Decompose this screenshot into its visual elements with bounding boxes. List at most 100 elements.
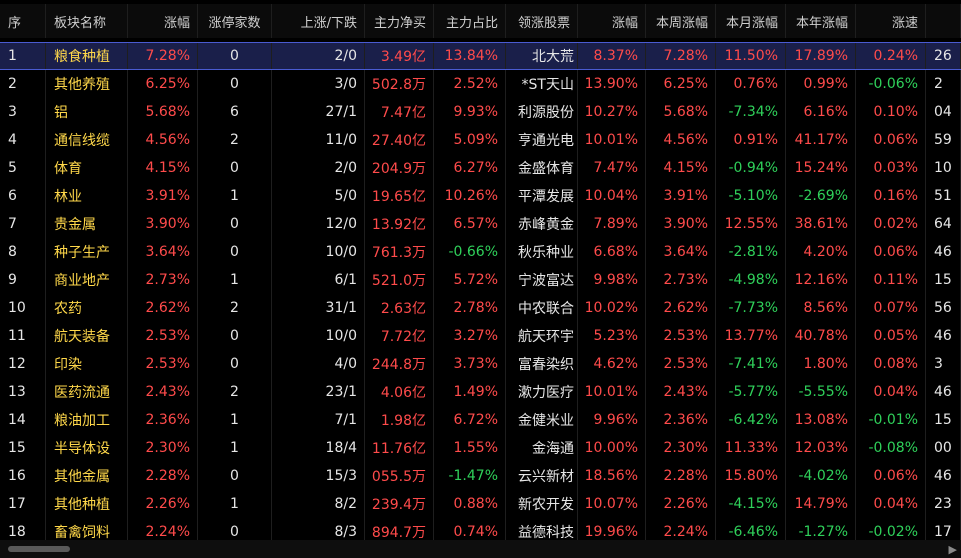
cell-name[interactable]: 商业地产 (46, 266, 128, 294)
table-row[interactable]: 11 航天装备 2.53% 0 10/0 7.72亿 3.27% 航天环宇 5.23% 2.53%… (0, 322, 961, 350)
cell-name[interactable]: 林业 (46, 182, 128, 210)
cell-name[interactable]: 其他种植 (46, 490, 128, 518)
cell-lead[interactable]: 漱力医疗 (506, 378, 578, 406)
cell-lead[interactable]: 富春染织 (506, 350, 578, 378)
cell-name[interactable]: 航天装备 (46, 322, 128, 350)
cell-lead[interactable]: 新农开发 (506, 490, 578, 518)
column-header-net[interactable]: 主力净买 (365, 4, 434, 38)
cell-speed: 0.08% (856, 350, 926, 378)
column-header-seq[interactable]: 序 (0, 4, 46, 38)
cell-lead[interactable]: 金健米业 (506, 406, 578, 434)
cell-name[interactable]: 医药流通 (46, 378, 128, 406)
table-row[interactable]: 15 半导体设 2.30% 1 18/4 11.76亿 1.55% 金海通 10.00% 2.30… (0, 434, 961, 462)
cell-name[interactable]: 通信线缆 (46, 126, 128, 154)
column-header-updown[interactable]: 上涨/下跌 (272, 4, 365, 38)
column-header-extra[interactable] (926, 4, 961, 38)
column-header-limit[interactable]: 涨停家数 (198, 4, 272, 38)
column-header-ratio[interactable]: 主力占比 (434, 4, 506, 38)
cell-lead[interactable]: 宁波富达 (506, 266, 578, 294)
cell-name[interactable]: 半导体设 (46, 434, 128, 462)
cell-week: 2.24% (646, 518, 716, 540)
cell-speed: 0.16% (856, 182, 926, 210)
column-header-chg[interactable]: 涨幅 (128, 4, 198, 38)
cell-net: 239.4万 (365, 490, 434, 518)
cell-month: 15.80% (716, 462, 786, 490)
cell-month: 11.33% (716, 434, 786, 462)
table-header: 序板块名称 涨幅 涨停家数 上涨/下跌 主力净买 主力占比 领涨股票 涨幅 本周涨幅 本月涨幅 本年… (0, 4, 961, 38)
cell-name[interactable]: 农药 (46, 294, 128, 322)
cell-extra: 64 (926, 210, 961, 238)
cell-updown: 23/1 (272, 378, 365, 406)
cell-lead[interactable]: 平潭发展 (506, 182, 578, 210)
cell-net: 521.0万 (365, 266, 434, 294)
table-row[interactable]: 1 粮食种植 7.28% 0 2/0 3.49亿 13.84% 北大荒 8.37% 7.28% 11… (0, 42, 961, 70)
cell-lead[interactable]: 赤峰黄金 (506, 210, 578, 238)
table-row[interactable]: 14 粮油加工 2.36% 1 7/1 1.98亿 6.72% 金健米业 9.96% 2.36% -… (0, 406, 961, 434)
table-row[interactable]: 7 贵金属 3.90% 0 12/0 13.92亿 6.57% 赤峰黄金 7.89% 3.90% 1… (0, 210, 961, 238)
column-header-lchg[interactable]: 涨幅 (578, 4, 646, 38)
cell-name[interactable]: 畜禽饲料 (46, 518, 128, 540)
column-header-year[interactable]: 本年涨幅 (786, 4, 856, 38)
cell-week: 2.53% (646, 322, 716, 350)
column-header-week[interactable]: 本周涨幅 (646, 4, 716, 38)
cell-lchg: 4.62% (578, 350, 646, 378)
cell-lead[interactable]: 金盛体育 (506, 154, 578, 182)
cell-speed: 0.04% (856, 490, 926, 518)
cell-year: 13.08% (786, 406, 856, 434)
cell-name[interactable]: 其他养殖 (46, 70, 128, 98)
cell-name[interactable]: 体育 (46, 154, 128, 182)
cell-name[interactable]: 铝 (46, 98, 128, 126)
table-row[interactable]: 2 其他养殖 6.25% 0 3/0 502.8万 2.52% *ST天山 13.90% 6.25… (0, 70, 961, 98)
table-row[interactable]: 18 畜禽饲料 2.24% 0 8/3 894.7万 0.74% 益德科技 19.96% 2.24… (0, 518, 961, 540)
table-row[interactable]: 17 其他种植 2.26% 1 8/2 239.4万 0.88% 新农开发 10.07% 2.26… (0, 490, 961, 518)
cell-lead[interactable]: 北大荒 (506, 43, 578, 69)
cell-name[interactable]: 种子生产 (46, 238, 128, 266)
table-row[interactable]: 16 其他金属 2.28% 0 15/3 055.5万 -1.47% 云兴新材 18.56% 2.… (0, 462, 961, 490)
table-row[interactable]: 8 种子生产 3.64% 0 10/0 761.3万 -0.66% 秋乐种业 6.68% 3.64… (0, 238, 961, 266)
cell-lead[interactable]: 利源股份 (506, 98, 578, 126)
table-row[interactable]: 6 林业 3.91% 1 5/0 19.65亿 10.26% 平潭发展 10.04% 3.91% -… (0, 182, 961, 210)
table-row[interactable]: 4 通信线缆 4.56% 2 11/0 27.40亿 5.09% 亨通光电 10.01% 4.56… (0, 126, 961, 154)
cell-lead[interactable]: 金海通 (506, 434, 578, 462)
table-row[interactable]: 5 体育 4.15% 0 2/0 204.9万 6.27% 金盛体育 7.47% 4.15% -0.… (0, 154, 961, 182)
cell-lchg: 18.56% (578, 462, 646, 490)
cell-updown: 27/1 (272, 98, 365, 126)
cell-lead[interactable]: 秋乐种业 (506, 238, 578, 266)
cell-name[interactable]: 印染 (46, 350, 128, 378)
cell-month: -6.42% (716, 406, 786, 434)
cell-chg: 2.28% (128, 462, 198, 490)
cell-limit: 0 (198, 43, 272, 69)
table-row[interactable]: 12 印染 2.53% 0 4/0 244.8万 3.73% 富春染织 4.62% 2.53% -7… (0, 350, 961, 378)
cell-lead[interactable]: *ST天山 (506, 70, 578, 98)
cell-updown: 2/0 (272, 43, 365, 69)
cell-limit: 0 (198, 322, 272, 350)
column-header-month[interactable]: 本月涨幅 (716, 4, 786, 38)
table-row[interactable]: 3 铝 5.68% 6 27/1 7.47亿 9.93% 利源股份 10.27% 5.68% -7.… (0, 98, 961, 126)
scrollbar-thumb[interactable] (8, 546, 70, 552)
cell-lead[interactable]: 益德科技 (506, 518, 578, 540)
table-row[interactable]: 10 农药 2.62% 2 31/1 2.63亿 2.78% 中农联合 10.02% 2.62% -… (0, 294, 961, 322)
table-row[interactable]: 13 医药流通 2.43% 2 23/1 4.06亿 1.49% 漱力医疗 10.01% 2.43… (0, 378, 961, 406)
cell-lead[interactable]: 航天环宇 (506, 322, 578, 350)
cell-name[interactable]: 其他金属 (46, 462, 128, 490)
cell-lead[interactable]: 云兴新材 (506, 462, 578, 490)
cell-chg: 2.30% (128, 434, 198, 462)
cell-extra: 46 (926, 322, 961, 350)
cell-lead[interactable]: 中农联合 (506, 294, 578, 322)
column-header-speed[interactable]: 涨速 (856, 4, 926, 38)
cell-lchg: 9.98% (578, 266, 646, 294)
scroll-right-arrow-icon[interactable]: ▶ (949, 543, 957, 556)
cell-lchg: 6.68% (578, 238, 646, 266)
cell-name[interactable]: 贵金属 (46, 210, 128, 238)
cell-lead[interactable]: 亨通光电 (506, 126, 578, 154)
cell-lchg: 10.04% (578, 182, 646, 210)
cell-year: -2.69% (786, 182, 856, 210)
cell-name[interactable]: 粮油加工 (46, 406, 128, 434)
cell-name[interactable]: 粮食种植 (46, 43, 128, 69)
horizontal-scrollbar[interactable]: ▶ (0, 540, 961, 558)
cell-year: 41.17% (786, 126, 856, 154)
column-header-lead[interactable]: 领涨股票 (506, 4, 578, 38)
cell-limit: 1 (198, 434, 272, 462)
table-row[interactable]: 9 商业地产 2.73% 1 6/1 521.0万 5.72% 宁波富达 9.98% 2.73% -… (0, 266, 961, 294)
column-header-name[interactable]: 板块名称 (46, 4, 128, 38)
